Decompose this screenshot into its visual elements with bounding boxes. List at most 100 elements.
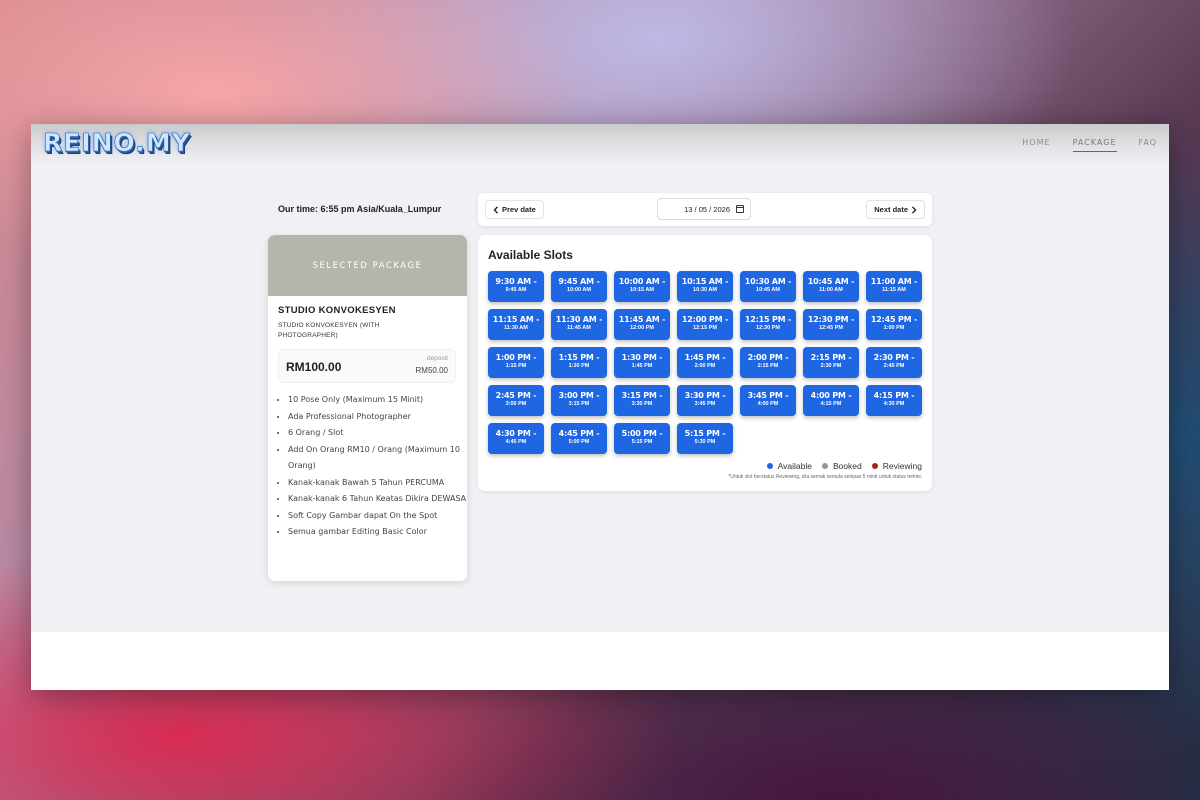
slot-grid: 9:30 AM -9:45 AM 9:45 AM -10:00 AM 10:00 A… bbox=[488, 271, 922, 454]
time-slot-button[interactable]: 5:15 PM -5:30 PM bbox=[677, 423, 733, 454]
slot-end-time: 11:00 AM bbox=[819, 287, 843, 293]
legend-booked-label: Booked bbox=[832, 461, 862, 471]
slot-end-time: 3:15 PM bbox=[568, 401, 590, 407]
time-slot-button[interactable]: 2:15 PM -2:30 PM bbox=[803, 347, 859, 378]
deposit-amount: RM50.00 bbox=[415, 366, 448, 375]
slots-title: Available Slots bbox=[488, 248, 573, 262]
slot-end-time: 2:30 PM bbox=[820, 363, 842, 369]
browser-window: REINO.MY HOME PACKAGE FAQ Our time: 6:55… bbox=[31, 124, 1169, 690]
slot-start-time: 12:45 PM - bbox=[870, 315, 918, 324]
slot-end-time: 3:30 PM bbox=[631, 401, 653, 407]
slot-start-time: 11:30 AM - bbox=[555, 315, 603, 324]
slot-start-time: 10:15 AM - bbox=[681, 277, 729, 286]
top-navbar: REINO.MY HOME PACKAGE FAQ bbox=[31, 124, 1169, 164]
time-slot-button[interactable]: 9:30 AM -9:45 AM bbox=[488, 271, 544, 302]
time-slot-button[interactable]: 2:45 PM -3:00 PM bbox=[488, 385, 544, 416]
slot-end-time: 1:45 PM bbox=[631, 363, 653, 369]
legend-available: Available bbox=[766, 461, 812, 471]
slot-end-time: 4:30 PM bbox=[883, 401, 905, 407]
time-slot-button[interactable]: 10:00 AM -10:15 AM bbox=[614, 271, 670, 302]
package-subtitle: STUDIO KONVOKESYEN (WITH PHOTOGRAPHER) bbox=[278, 322, 380, 339]
feature-item: Add On Orang RM10 / Orang (Maximum 10 Or… bbox=[288, 442, 467, 475]
slot-start-time: 9:30 AM - bbox=[495, 277, 537, 286]
time-slot-button[interactable]: 4:00 PM -4:15 PM bbox=[803, 385, 859, 416]
slot-end-time: 10:45 AM bbox=[756, 287, 780, 293]
prev-date-button[interactable]: Prev date bbox=[485, 200, 544, 219]
time-slot-button[interactable]: 10:30 AM -10:45 AM bbox=[740, 271, 796, 302]
current-time-label: Our time: 6:55 pm Asia/Kuala_Lumpur bbox=[278, 204, 442, 214]
time-slot-button[interactable]: 1:30 PM -1:45 PM bbox=[614, 347, 670, 378]
time-slot-button[interactable]: 4:30 PM -4:45 PM bbox=[488, 423, 544, 454]
slot-start-time: 4:00 PM - bbox=[810, 391, 852, 400]
feature-item: Semua gambar Editing Basic Color bbox=[288, 524, 467, 541]
reviewing-dot-icon bbox=[871, 463, 878, 469]
slot-start-time: 10:45 AM - bbox=[807, 277, 855, 286]
time-slot-button[interactable]: 4:15 PM -4:30 PM bbox=[866, 385, 922, 416]
legend-reviewing-label: Reviewing bbox=[882, 461, 922, 471]
time-slot-button[interactable]: 3:00 PM -3:15 PM bbox=[551, 385, 607, 416]
time-slot-button[interactable]: 3:45 PM -4:00 PM bbox=[740, 385, 796, 416]
time-slot-button[interactable]: 11:00 AM -11:15 AM bbox=[866, 271, 922, 302]
time-slot-button[interactable]: 12:45 PM -1:00 PM bbox=[866, 309, 922, 340]
slot-end-time: 11:45 AM bbox=[567, 325, 591, 331]
logo[interactable]: REINO.MY bbox=[43, 128, 191, 158]
time-slot-button[interactable]: 3:30 PM -3:45 PM bbox=[677, 385, 733, 416]
time-slot-button[interactable]: 5:00 PM -5:15 PM bbox=[614, 423, 670, 454]
slot-end-time: 10:30 AM bbox=[693, 287, 717, 293]
nav-faq[interactable]: FAQ bbox=[1139, 138, 1158, 152]
slot-start-time: 5:15 PM - bbox=[684, 429, 726, 438]
time-slot-button[interactable]: 12:30 PM -12:45 PM bbox=[803, 309, 859, 340]
time-slot-button[interactable]: 10:45 AM -11:00 AM bbox=[803, 271, 859, 302]
time-slot-button[interactable]: 1:15 PM -1:30 PM bbox=[551, 347, 607, 378]
prev-date-label: Prev date bbox=[502, 205, 536, 214]
slot-start-time: 4:30 PM - bbox=[495, 429, 537, 438]
deposit-label: deposit bbox=[427, 355, 448, 362]
slot-start-time: 3:00 PM - bbox=[558, 391, 600, 400]
next-date-button[interactable]: Next date bbox=[866, 200, 925, 219]
slot-end-time: 2:15 PM bbox=[757, 363, 779, 369]
slot-end-time: 11:15 AM bbox=[882, 287, 906, 293]
nav-home[interactable]: HOME bbox=[1022, 138, 1050, 152]
time-slot-button[interactable]: 1:45 PM -2:00 PM bbox=[677, 347, 733, 378]
booked-dot-icon bbox=[821, 463, 828, 469]
time-slot-button[interactable]: 4:45 PM -5:00 PM bbox=[551, 423, 607, 454]
time-slot-button[interactable]: 11:45 AM -12:00 PM bbox=[614, 309, 670, 340]
next-date-label: Next date bbox=[874, 205, 908, 214]
date-input[interactable]: 13 / 05 / 2026 bbox=[657, 198, 751, 220]
slot-start-time: 5:00 PM - bbox=[621, 429, 663, 438]
slot-start-time: 12:30 PM - bbox=[807, 315, 855, 324]
slot-start-time: 2:00 PM - bbox=[747, 353, 789, 362]
slot-end-time: 12:30 PM bbox=[756, 325, 780, 331]
chevron-right-icon bbox=[911, 205, 917, 214]
feature-item: Kanak-kanak Bawah 5 Tahun PERCUMA bbox=[288, 475, 467, 492]
slot-end-time: 4:00 PM bbox=[757, 401, 779, 407]
time-slot-button[interactable]: 10:15 AM -10:30 AM bbox=[677, 271, 733, 302]
slot-start-time: 11:00 AM - bbox=[870, 277, 918, 286]
time-slot-button[interactable]: 2:00 PM -2:15 PM bbox=[740, 347, 796, 378]
slot-start-time: 1:00 PM - bbox=[495, 353, 537, 362]
calendar-icon[interactable] bbox=[736, 205, 744, 213]
date-value: 13 / 05 / 2026 bbox=[684, 204, 730, 214]
slot-end-time: 11:30 AM bbox=[504, 325, 528, 331]
slot-end-time: 4:15 PM bbox=[820, 401, 842, 407]
time-slot-button[interactable]: 12:00 PM -12:15 PM bbox=[677, 309, 733, 340]
time-slot-button[interactable]: 11:30 AM -11:45 AM bbox=[551, 309, 607, 340]
slot-start-time: 11:15 AM - bbox=[492, 315, 540, 324]
time-slot-button[interactable]: 1:00 PM -1:15 PM bbox=[488, 347, 544, 378]
available-dot-icon bbox=[766, 463, 773, 469]
time-slot-button[interactable]: 2:30 PM -2:45 PM bbox=[866, 347, 922, 378]
price-box: RM100.00 deposit RM50.00 bbox=[278, 349, 456, 383]
slot-start-time: 12:15 PM - bbox=[744, 315, 792, 324]
time-slot-button[interactable]: 12:15 PM -12:30 PM bbox=[740, 309, 796, 340]
slot-start-time: 2:15 PM - bbox=[810, 353, 852, 362]
slot-start-time: 3:45 PM - bbox=[747, 391, 789, 400]
booking-page: REINO.MY HOME PACKAGE FAQ Our time: 6:55… bbox=[31, 124, 1169, 632]
time-slot-button[interactable]: 9:45 AM -10:00 AM bbox=[551, 271, 607, 302]
feature-item: Soft Copy Gambar dapat On the Spot bbox=[288, 508, 467, 525]
time-slot-button[interactable]: 11:15 AM -11:30 AM bbox=[488, 309, 544, 340]
feature-item: 6 Orang / Slot bbox=[288, 425, 467, 442]
time-slot-button[interactable]: 3:15 PM -3:30 PM bbox=[614, 385, 670, 416]
slot-end-time: 9:45 AM bbox=[505, 287, 527, 293]
package-name: STUDIO KONVOKESYEN bbox=[278, 305, 396, 316]
nav-package[interactable]: PACKAGE bbox=[1072, 138, 1117, 152]
